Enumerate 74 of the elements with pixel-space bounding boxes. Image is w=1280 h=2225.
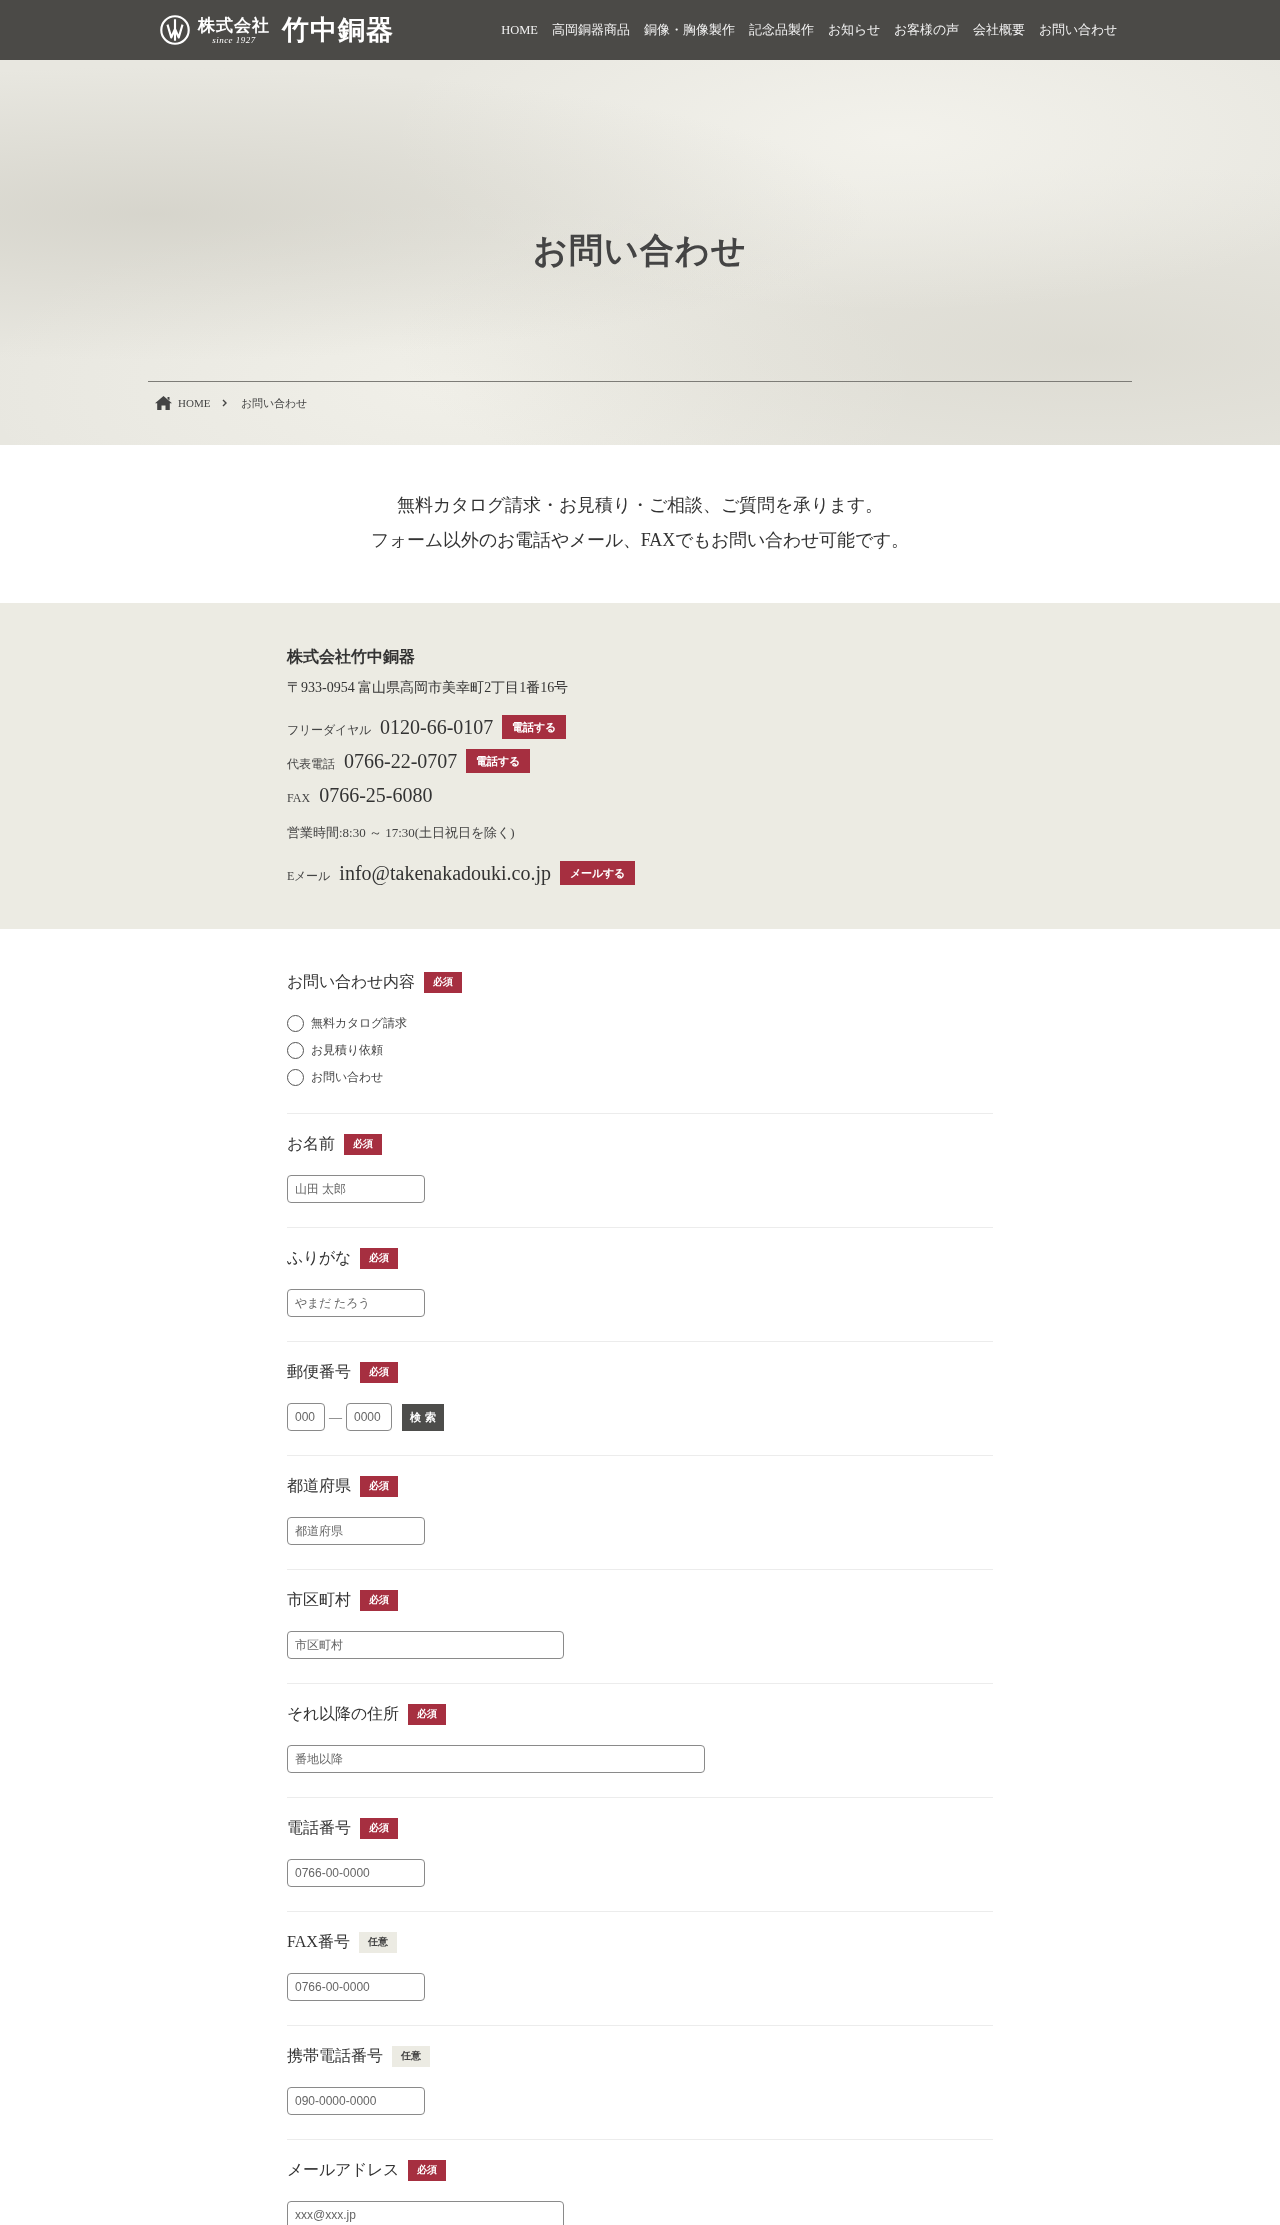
logo-tagline: since 1927 [212,34,256,45]
option-label: 無料カタログ請求 [311,1015,407,1032]
required-badge: 必須 [360,1247,398,1269]
input-field[interactable]: xxx@xxx.jp [287,2201,564,2225]
field-label: お名前 [287,1134,335,1154]
field-label: メールアドレス [287,2160,399,2180]
address-text: 〒933-0954 富山県高岡市美幸町2丁目1番16号 [287,679,569,697]
emblem-icon[interactable] [160,15,190,45]
field-label: 携帯電話番号 [287,2046,383,2066]
chevron-icon [222,399,228,407]
nav-link[interactable]: お問い合わせ [1039,21,1117,39]
postal-dash: — [329,1408,342,1426]
input-field[interactable]: 番地以降 [287,1745,705,1773]
nav-link[interactable]: お客様の声 [894,21,959,39]
home-icon[interactable] [155,396,172,410]
input-field[interactable]: 山田 太郎 [287,1175,425,1203]
required-badge: 必須 [424,971,462,993]
hours-text: 営業時間:8:30 ～ 17:30(土日祝日を除く) [287,824,515,842]
nav-link[interactable]: HOME [501,21,538,39]
field-label: 都道府県 [287,1476,351,1496]
breadcrumb-link[interactable]: HOME [178,395,211,411]
mail-button[interactable]: メールする [560,861,636,885]
optional-badge: 任意 [358,1931,397,1953]
required-badge: 必須 [408,2159,446,2181]
phone-number: 0766-25-6080 [319,783,433,808]
call-button[interactable]: 電話する [502,715,567,739]
input-field[interactable]: 0000 [346,1403,392,1431]
input-field[interactable]: 0766-00-0000 [287,1859,425,1887]
phone-label: フリーダイヤル [287,722,371,739]
phone-number: 0120-66-0107 [380,715,494,740]
field-label: それ以降の住所 [287,1704,399,1724]
company-name: 株式会社竹中銅器 [287,647,415,667]
call-button[interactable]: 電話する [466,749,531,773]
radio-button[interactable] [287,1041,304,1059]
input-field[interactable]: 000 [287,1403,325,1431]
logo-text: 株式会社 [198,15,270,35]
required-badge: 必須 [360,1361,398,1383]
input-field[interactable]: 0766-00-0000 [287,1973,425,2001]
logo-wordmark[interactable]: 竹中銅器 [282,14,394,46]
required-badge: 必須 [360,1475,398,1497]
field-label: お問い合わせ内容 [287,972,415,992]
field-label: 郵便番号 [287,1362,351,1382]
intro-text: 無料カタログ請求・お見積り・ご相談、ご質問を承ります。 [397,494,883,517]
phone-label: FAX [287,791,311,806]
phone-number: 0766-22-0707 [344,749,458,774]
field-label: ふりがな [287,1248,351,1268]
radio-button[interactable] [287,1014,304,1032]
input-field[interactable]: 都道府県 [287,1517,425,1545]
search-button[interactable]: 検 索 [402,1403,444,1431]
intro-text: フォーム以外のお電話やメール、FAXでもお問い合わせ可能です。 [370,529,910,552]
input-field[interactable]: 市区町村 [287,1631,564,1659]
nav-link[interactable]: 高岡銅器商品 [552,21,630,39]
email-label: Eメール [287,868,331,885]
field-label: 市区町村 [287,1590,351,1610]
optional-badge: 任意 [392,2045,430,2067]
field-label: FAX番号 [287,1932,350,1952]
phone-label: 代表電話 [287,756,335,773]
option-label: お見積り依頼 [311,1042,383,1059]
breadcrumb-current: お問い合わせ [241,396,308,411]
nav-link[interactable]: お知らせ [828,21,880,39]
nav-link[interactable]: 会社概要 [973,21,1025,39]
required-badge: 必須 [344,1133,382,1155]
nav-link[interactable]: 銅像・胸像製作 [644,21,735,39]
page-title: お問い合わせ [533,231,747,271]
radio-button[interactable] [287,1068,304,1086]
input-field[interactable]: 090-0000-0000 [287,2087,425,2115]
nav-link[interactable]: 記念品製作 [749,21,814,39]
required-badge: 必須 [408,1703,446,1725]
required-badge: 必須 [360,1589,398,1611]
email-address: info@takenakadouki.co.jp [339,861,552,886]
option-label: お問い合わせ [311,1069,383,1086]
required-badge: 必須 [360,1817,398,1839]
field-label: 電話番号 [287,1818,351,1838]
input-field[interactable]: やまだ たろう [287,1289,425,1317]
